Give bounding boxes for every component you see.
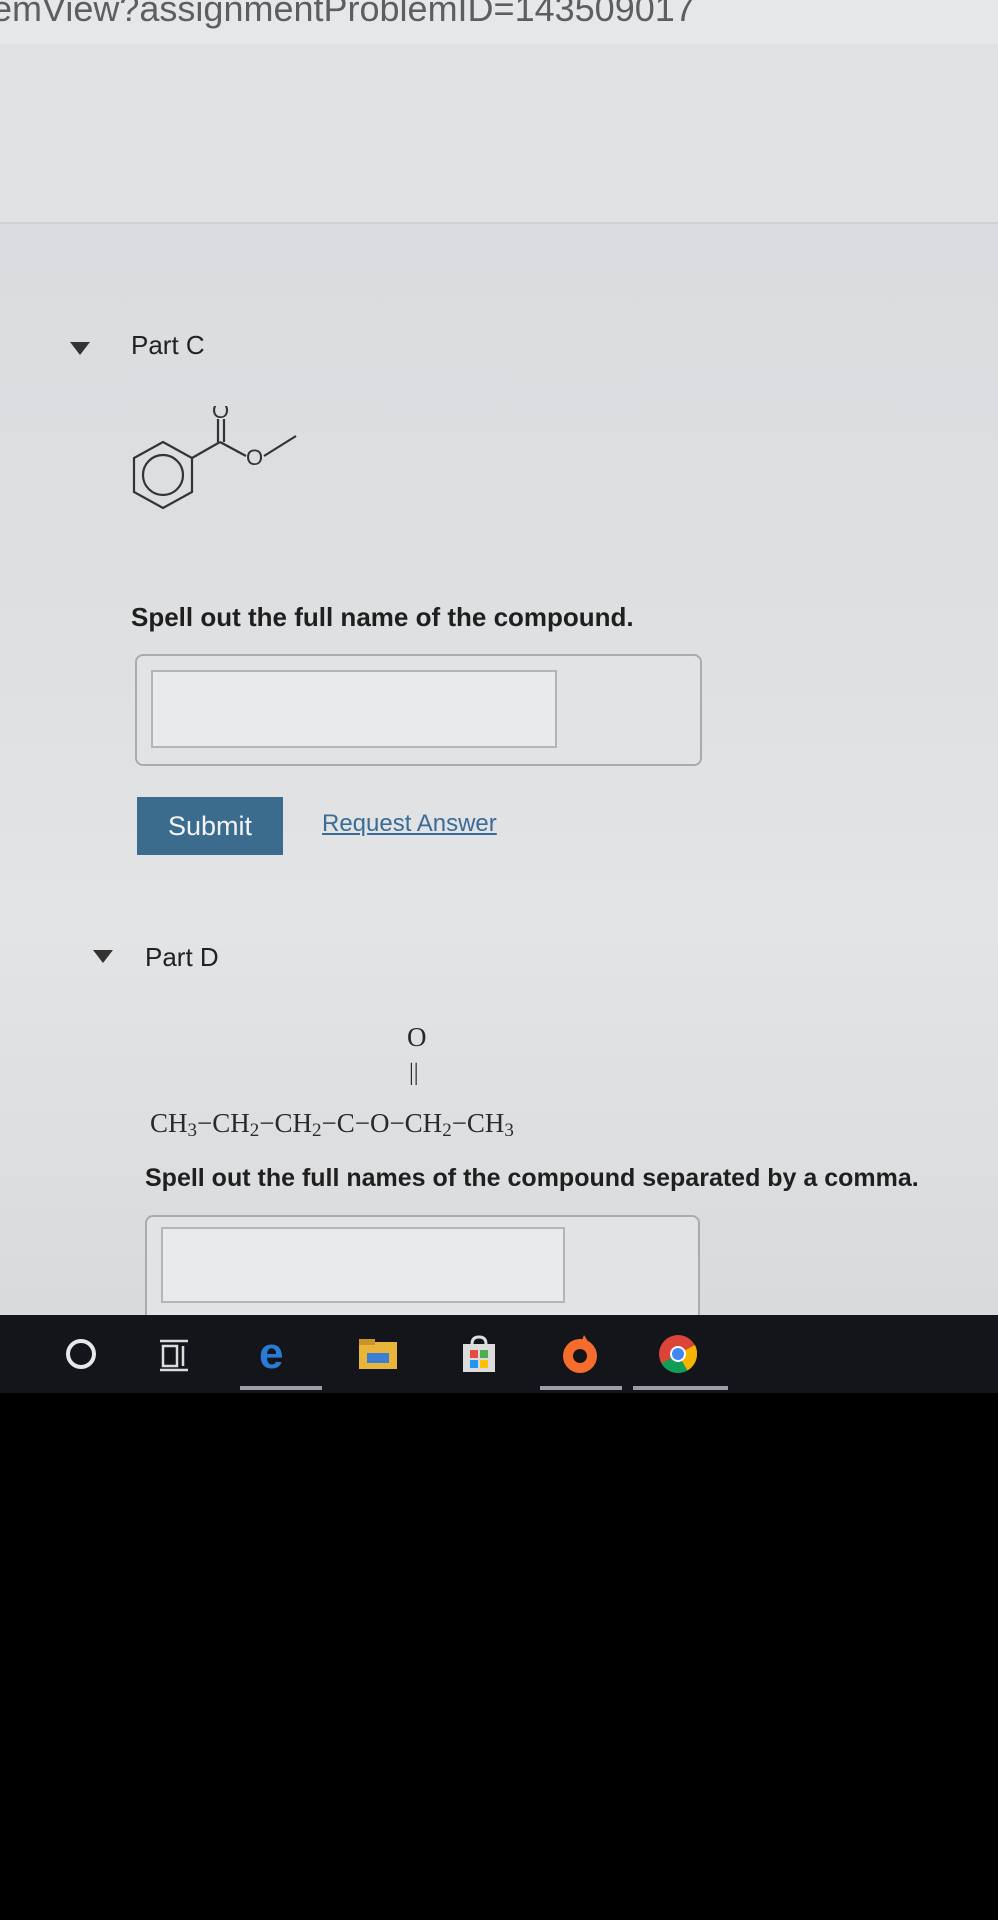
formula-segment: CH3 xyxy=(150,1108,198,1141)
part-c-answer-input[interactable] xyxy=(151,670,557,748)
part-c-prompt: Spell out the full name of the compound. xyxy=(131,602,634,632)
part-d-title: Part D xyxy=(145,942,219,972)
formula-segment: −CH3 xyxy=(451,1108,514,1141)
part-d-prompt: Spell out the full names of the compound… xyxy=(145,1164,919,1192)
formula-segment: −CH2 xyxy=(259,1108,322,1141)
part-c-answer-frame xyxy=(135,654,702,766)
origin-icon[interactable] xyxy=(559,1333,601,1375)
part-d-carbonyl-oxygen: O xyxy=(407,1022,427,1052)
browser-window: emView?assignmentProblemID=143509017 Par… xyxy=(0,0,998,1315)
carbonyl-oxygen-label: O xyxy=(212,406,229,423)
svg-text:e: e xyxy=(259,1334,283,1374)
edge-icon[interactable]: e xyxy=(254,1333,296,1375)
cortana-icon[interactable] xyxy=(60,1333,102,1375)
request-answer-link[interactable]: Request Answer xyxy=(322,810,497,838)
part-d-condensed-formula: CH3−CH2−CH2−C−O−CH2−CH3 xyxy=(150,1108,514,1142)
chrome-active-indicator xyxy=(633,1386,728,1390)
origin-active-indicator xyxy=(540,1386,622,1390)
part-d-double-bond: || xyxy=(409,1060,419,1086)
formula-segment: −C−O−CH2 xyxy=(321,1108,452,1141)
problem-content: Part C O O Spell out the full name of th… xyxy=(0,226,998,1315)
submit-button[interactable]: Submit xyxy=(137,797,283,855)
windows-taskbar: e xyxy=(0,1315,998,1393)
chrome-icon[interactable] xyxy=(657,1333,699,1375)
part-c-collapse-icon[interactable] xyxy=(70,342,90,355)
part-d-collapse-icon[interactable] xyxy=(93,950,113,963)
store-icon[interactable] xyxy=(458,1333,500,1375)
edge-active-indicator xyxy=(240,1386,322,1390)
file-explorer-icon[interactable] xyxy=(357,1333,399,1375)
part-c-title: Part C xyxy=(131,330,205,360)
part-d-answer-input[interactable] xyxy=(161,1227,565,1303)
address-bar[interactable]: emView?assignmentProblemID=143509017 xyxy=(0,0,998,44)
page-header xyxy=(0,44,998,224)
formula-segment: −CH2 xyxy=(197,1108,260,1141)
url-text: emView?assignmentProblemID=143509017 xyxy=(0,0,695,29)
part-d-answer-frame xyxy=(145,1215,700,1315)
methyl-benzoate-structure: O O xyxy=(132,406,297,510)
ester-oxygen-label: O xyxy=(246,445,263,470)
task-view-icon[interactable] xyxy=(153,1333,195,1375)
